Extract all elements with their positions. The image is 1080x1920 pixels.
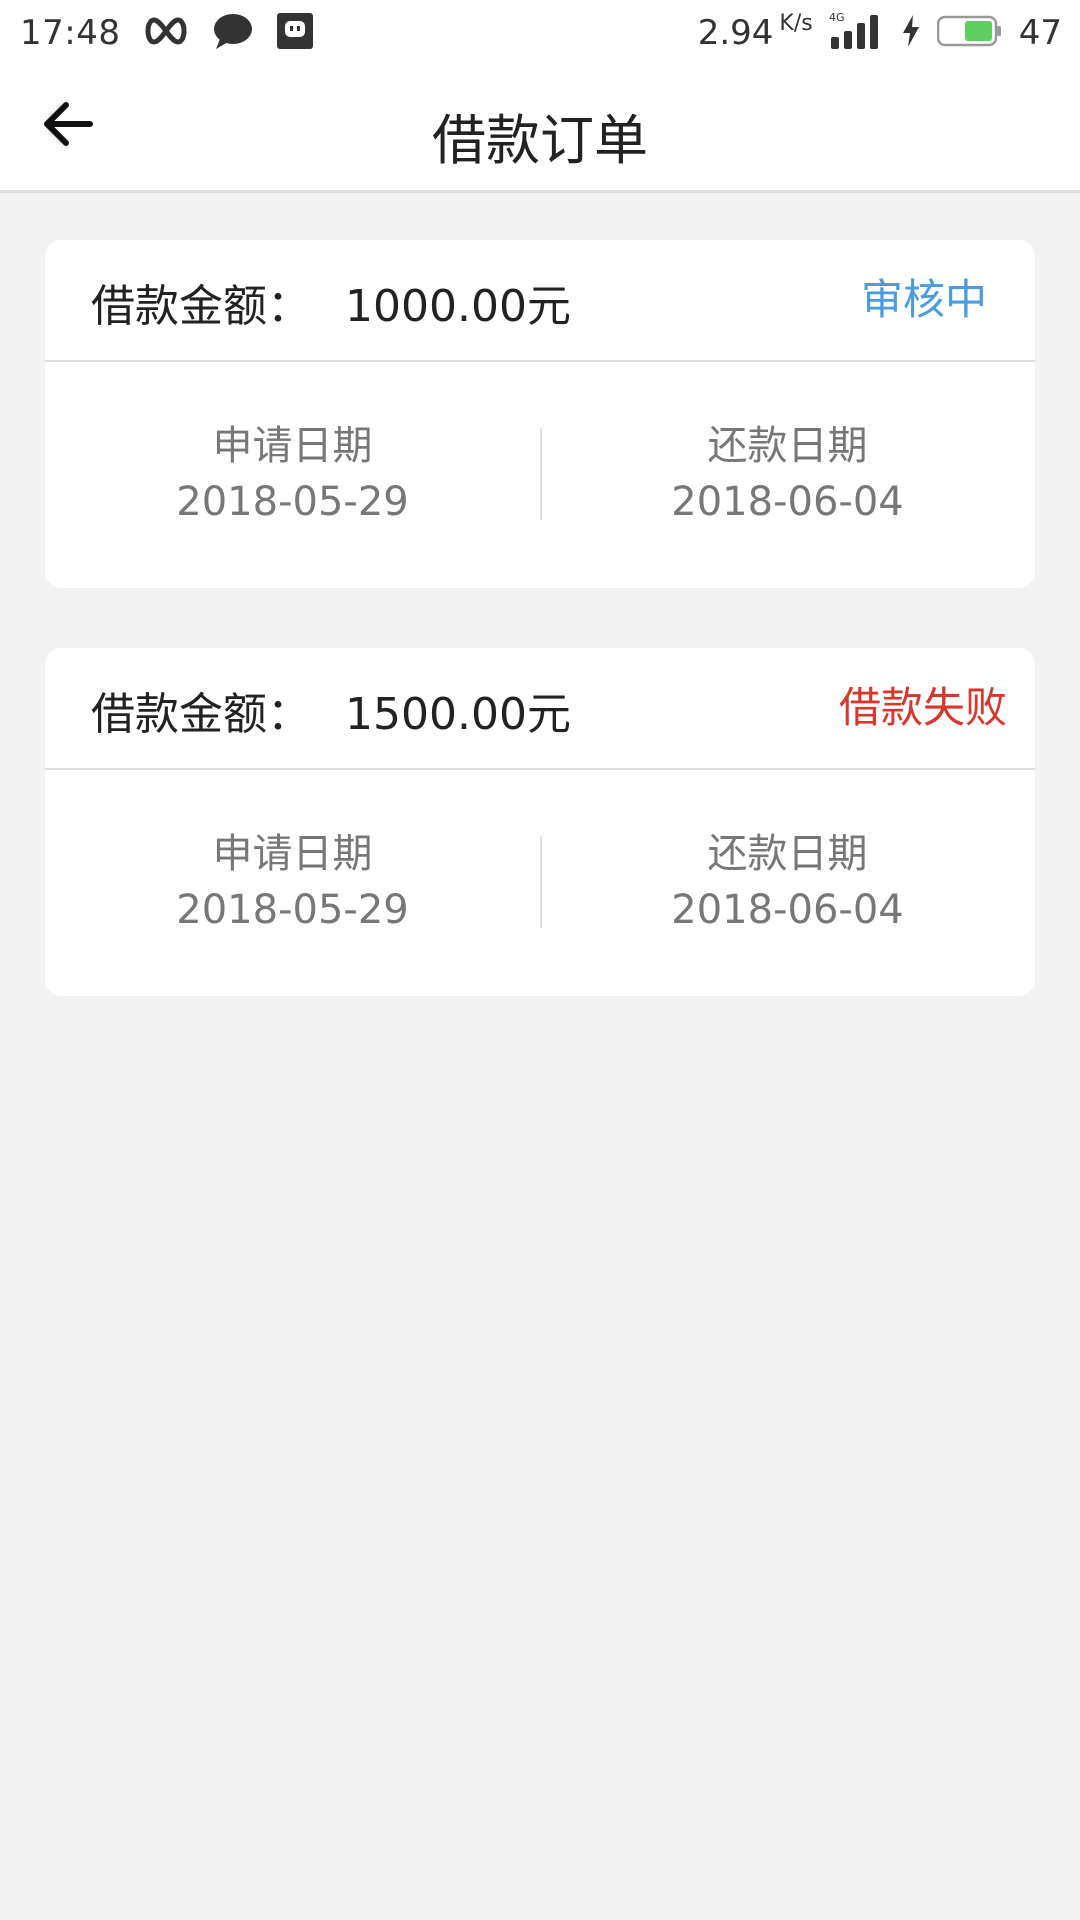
network-speed: 2.94 K/s xyxy=(697,11,813,54)
charging-icon xyxy=(901,14,921,52)
signal-icon: 4G xyxy=(829,11,885,55)
order-card-body: 申请日期 2018-05-29 还款日期 2018-06-04 xyxy=(45,362,1035,588)
battery-icon xyxy=(936,14,1003,52)
infinity-icon xyxy=(142,16,190,50)
network-speed-value: 2.94 xyxy=(697,13,774,53)
app-notification-icon xyxy=(276,12,314,54)
amount-value: 1000.00元 xyxy=(345,281,571,332)
apply-date-column: 申请日期 2018-05-29 xyxy=(45,826,540,938)
repay-date-value: 2018-06-04 xyxy=(671,479,904,525)
page-title: 借款订单 xyxy=(432,109,648,172)
apply-date-value: 2018-05-29 xyxy=(176,479,409,525)
battery-level: 47 xyxy=(1018,13,1062,53)
amount-label: 借款金额： xyxy=(91,281,311,332)
status-bar-left: 17:48 xyxy=(20,10,314,56)
network-type-label: 4G xyxy=(829,11,845,24)
repay-date-column: 还款日期 2018-06-04 xyxy=(540,418,1035,530)
order-list: 借款金额： 1000.00元 审核中 申请日期 2018-05-29 还款日期 … xyxy=(45,240,1035,1056)
status-time: 17:48 xyxy=(20,13,121,53)
repay-date-value: 2018-06-04 xyxy=(671,887,904,933)
repay-date-label: 还款日期 xyxy=(707,423,868,469)
status-bar-right: 2.94 K/s 4G 47 xyxy=(698,10,1062,56)
order-card-header: 借款金额： 1000.00元 审核中 xyxy=(45,240,1035,362)
amount-value: 1500.00元 xyxy=(345,689,571,740)
apply-date-value: 2018-05-29 xyxy=(176,887,409,933)
order-card-header: 借款金额： 1500.00元 借款失败 xyxy=(45,648,1035,770)
amount-label: 借款金额： xyxy=(91,689,311,740)
apply-date-column: 申请日期 2018-05-29 xyxy=(45,418,540,530)
status-badge: 审核中 xyxy=(860,275,987,324)
network-speed-unit: K/s xyxy=(779,11,813,36)
apply-date-label: 申请日期 xyxy=(212,831,373,877)
chat-bubble-icon xyxy=(212,11,254,55)
nav-bar: 借款订单 xyxy=(0,66,1080,193)
order-card[interactable]: 借款金额： 1000.00元 审核中 申请日期 2018-05-29 还款日期 … xyxy=(45,240,1035,588)
order-card[interactable]: 借款金额： 1500.00元 借款失败 申请日期 2018-05-29 还款日期… xyxy=(45,648,1035,996)
apply-date-label: 申请日期 xyxy=(212,423,373,469)
status-badge: 借款失败 xyxy=(838,683,1007,732)
order-card-body: 申请日期 2018-05-29 还款日期 2018-06-04 xyxy=(45,770,1035,996)
status-bar: 17:48 2.94 K/s 4G 47 xyxy=(0,0,1080,66)
repay-date-label: 还款日期 xyxy=(707,831,868,877)
repay-date-column: 还款日期 2018-06-04 xyxy=(540,826,1035,938)
